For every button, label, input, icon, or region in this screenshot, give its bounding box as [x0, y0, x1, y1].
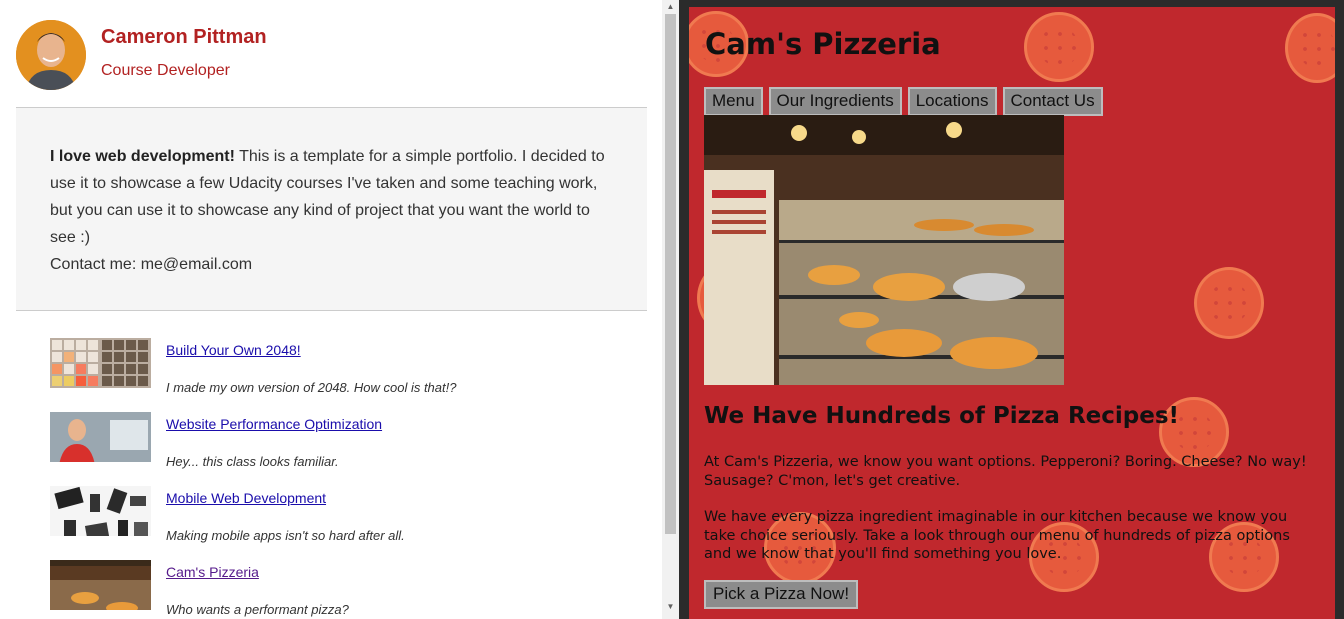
project-link-2048[interactable]: Build Your Own 2048! — [166, 342, 301, 358]
pizzeria-page: Cam's Pizzeria Menu Our Ingredients Loca… — [689, 7, 1335, 619]
nav-ingredients-button[interactable]: Our Ingredients — [768, 87, 902, 116]
project-link-pizzeria[interactable]: Cam's Pizzeria — [166, 564, 259, 580]
about-bold: I love web development! — [50, 148, 235, 165]
project-item: Website Performance Optimization Hey... … — [50, 412, 640, 486]
project-thumbnail-performance — [50, 412, 151, 462]
pizzeria-headline: We Have Hundreds of Pizza Recipes! — [704, 403, 1180, 429]
pizza-background-icon — [1285, 13, 1335, 83]
scroll-down-arrow-icon[interactable]: ▼ — [662, 600, 679, 614]
scroll-up-arrow-icon[interactable]: ▲ — [662, 0, 679, 14]
pizzeria-title: Cam's Pizzeria — [705, 27, 941, 61]
project-item: Build Your Own 2048! I made my own versi… — [50, 338, 640, 412]
project-item: Cam's Pizzeria Who wants a performant pi… — [50, 560, 640, 619]
pizza-background-icon — [1194, 267, 1264, 339]
pizza-background-icon — [1024, 12, 1094, 82]
project-link-performance[interactable]: Website Performance Optimization — [166, 416, 382, 432]
project-item: Mobile Web Development Making mobile app… — [50, 486, 640, 560]
left-pane-scrollbar[interactable]: ▲ ▼ — [662, 0, 679, 619]
project-thumbnail-2048 — [50, 338, 151, 388]
about-text: I love web development! This is a templa… — [50, 143, 610, 278]
pizzeria-hero-image — [704, 115, 1064, 385]
pizzeria-paragraph-2: We have every pizza ingredient imaginabl… — [704, 509, 1290, 562]
profile-name: Cameron Pittman — [101, 26, 267, 48]
project-description: Making mobile apps isn't so hard after a… — [166, 528, 405, 543]
project-link-mobile[interactable]: Mobile Web Development — [166, 490, 326, 506]
project-description: I made my own version of 2048. How cool … — [166, 380, 457, 395]
pick-pizza-button[interactable]: Pick a Pizza Now! — [704, 580, 859, 609]
pizzeria-nav: Menu Our Ingredients Locations Contact U… — [704, 87, 1103, 116]
profile-header: Cameron Pittman Course Developer — [16, 18, 647, 108]
about-section: I love web development! This is a templa… — [16, 108, 647, 311]
profile-role: Course Developer — [101, 62, 230, 79]
project-thumbnail-pizzeria — [50, 560, 151, 610]
nav-locations-button[interactable]: Locations — [907, 87, 997, 116]
portfolio-page: Cameron Pittman Course Developer I love … — [0, 0, 662, 619]
pizzeria-paragraph-1: At Cam's Pizzeria, we know you want opti… — [704, 454, 1307, 489]
scrollbar-thumb[interactable] — [665, 14, 676, 534]
pane-divider — [679, 0, 689, 619]
project-description: Hey... this class looks familiar. — [166, 454, 339, 469]
profile-avatar — [16, 20, 86, 90]
project-thumbnail-mobile — [50, 486, 151, 536]
nav-contact-button[interactable]: Contact Us — [1002, 87, 1103, 116]
contact-info: Contact me: me@email.com — [50, 256, 253, 273]
project-description: Who wants a performant pizza? — [166, 602, 349, 617]
project-list: Build Your Own 2048! I made my own versi… — [50, 338, 640, 619]
nav-menu-button[interactable]: Menu — [704, 87, 763, 116]
